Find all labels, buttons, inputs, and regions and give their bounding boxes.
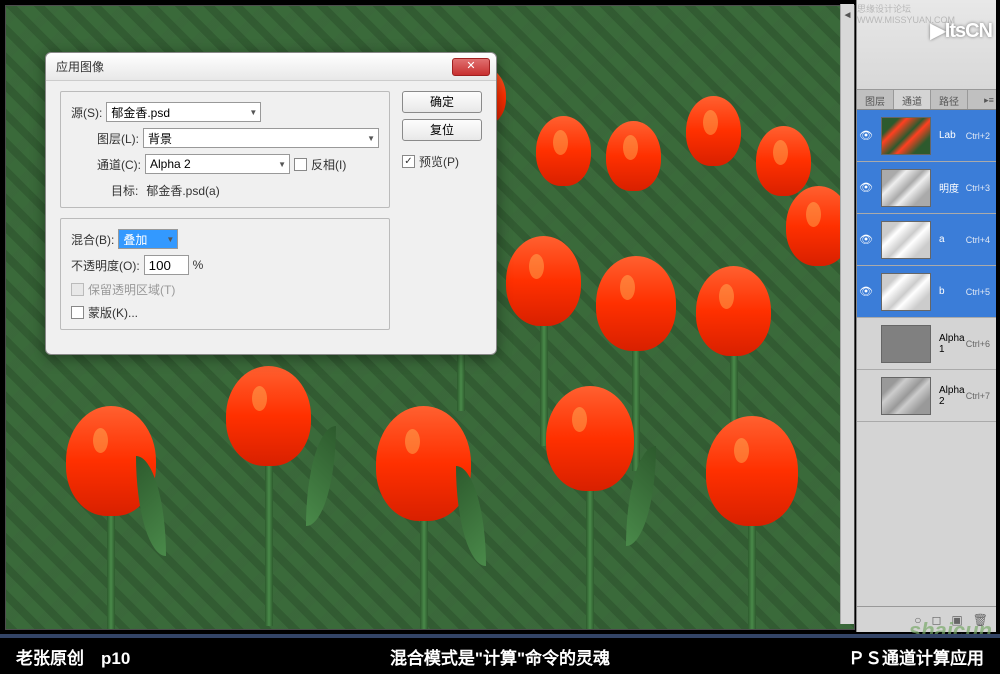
layer-label: 图层(L): <box>97 130 139 147</box>
toolbar-collapsed[interactable]: ◄ <box>840 4 854 624</box>
target-value: 郁金香.psd(a) <box>146 182 219 199</box>
opacity-pct: % <box>193 258 204 272</box>
visibility-icon[interactable]: 👁 <box>857 129 875 142</box>
channel-shortcut: Ctrl+3 <box>966 183 990 193</box>
layer-combo[interactable]: 背景 <box>143 128 379 148</box>
tab-paths[interactable]: 路径 <box>931 90 968 109</box>
channel-item-lab[interactable]: 👁 LabCtrl+2 <box>857 110 996 162</box>
visibility-icon[interactable]: 👁 <box>857 181 875 194</box>
reset-button[interactable]: 复位 <box>402 119 482 141</box>
watermark-logo: ▶ItsCN <box>930 18 992 43</box>
invert-label: 反相(I) <box>311 156 346 173</box>
preserve-label: 保留透明区域(T) <box>88 281 175 298</box>
visibility-icon[interactable]: 👁 <box>857 233 875 246</box>
channel-combo[interactable]: Alpha 2 <box>145 154 290 174</box>
mask-label: 蒙版(K)... <box>88 304 138 321</box>
caption-bar: 老张原创 p10 混合模式是"计算"命令的灵魂 ＰＳ通道计算应用 <box>0 634 1000 674</box>
expand-icon[interactable]: ◄ <box>841 10 854 21</box>
caption-subtitle: ＰＳ通道计算应用 <box>848 644 984 669</box>
channel-shortcut: Ctrl+2 <box>966 131 990 141</box>
channel-item-明度[interactable]: 👁 明度Ctrl+3 <box>857 162 996 214</box>
channel-name: b <box>937 286 966 297</box>
tab-channels[interactable]: 通道 <box>894 90 931 109</box>
channel-list: 👁 LabCtrl+2 👁 明度Ctrl+3 👁 aCtrl+4 👁 bCtrl+5 Alpha… <box>857 110 996 422</box>
panel-header-area: 思缘设计论坛 WWW.MISSYUAN.COM ▶ItsCN <box>857 0 996 90</box>
invert-checkbox[interactable] <box>294 158 307 171</box>
dialog-titlebar[interactable]: 应用图像 ✕ <box>46 53 496 81</box>
channel-item-a[interactable]: 👁 aCtrl+4 <box>857 214 996 266</box>
channel-name: a <box>937 234 966 245</box>
panel-tabs: 图层 通道 路径 ▸≡ <box>857 90 996 110</box>
ok-button[interactable]: 确定 <box>402 91 482 113</box>
opacity-input[interactable] <box>144 255 189 275</box>
channel-shortcut: Ctrl+5 <box>966 287 990 297</box>
channels-panel: 思缘设计论坛 WWW.MISSYUAN.COM ▶ItsCN 图层 通道 路径 … <box>856 0 996 632</box>
channel-thumbnail[interactable] <box>881 325 931 363</box>
blend-label: 混合(B): <box>71 231 114 248</box>
source-combo[interactable]: 郁金香.psd <box>106 102 261 122</box>
channel-thumbnail[interactable] <box>881 221 931 259</box>
caption-author: 老张原创 p10 <box>16 644 130 669</box>
preview-checkbox[interactable] <box>402 155 415 168</box>
source-label: 源(S): <box>71 104 102 121</box>
channel-name: Lab <box>937 130 966 141</box>
source-group: 源(S): 郁金香.psd 图层(L): 背景 通道(C): Alpha 2 反… <box>60 91 390 208</box>
channel-name: Alpha 1 <box>937 333 966 355</box>
channel-shortcut: Ctrl+4 <box>966 235 990 245</box>
channel-thumbnail[interactable] <box>881 117 931 155</box>
mask-checkbox[interactable] <box>71 306 84 319</box>
channel-shortcut: Ctrl+7 <box>966 391 990 401</box>
channel-name: Alpha 2 <box>937 385 966 407</box>
blend-combo[interactable]: 叠加 <box>118 229 178 249</box>
apply-image-dialog: 应用图像 ✕ 源(S): 郁金香.psd 图层(L): 背景 通道(C): Al… <box>45 52 497 355</box>
channel-item-b[interactable]: 👁 bCtrl+5 <box>857 266 996 318</box>
preserve-transparency-checkbox <box>71 283 84 296</box>
channel-thumbnail[interactable] <box>881 169 931 207</box>
target-label: 目标: <box>111 182 138 199</box>
channel-shortcut: Ctrl+6 <box>966 339 990 349</box>
channel-item-alpha-1[interactable]: Alpha 1Ctrl+6 <box>857 318 996 370</box>
dialog-title: 应用图像 <box>52 58 452 75</box>
flyout-menu-icon[interactable]: ▸≡ <box>982 90 996 109</box>
channel-label: 通道(C): <box>97 156 141 173</box>
channel-name: 明度 <box>937 180 966 195</box>
tab-layers[interactable]: 图层 <box>857 90 894 109</box>
channel-thumbnail[interactable] <box>881 377 931 415</box>
close-button[interactable]: ✕ <box>452 58 490 76</box>
blend-group: 混合(B): 叠加 不透明度(O): % 保留透明区域(T) 蒙版(K)... <box>60 218 390 330</box>
caption-title: 混合模式是"计算"命令的灵魂 <box>390 644 610 669</box>
channel-item-alpha-2[interactable]: Alpha 2Ctrl+7 <box>857 370 996 422</box>
opacity-label: 不透明度(O): <box>71 257 140 274</box>
channel-thumbnail[interactable] <box>881 273 931 311</box>
preview-label: 预览(P) <box>419 153 459 170</box>
visibility-icon[interactable]: 👁 <box>857 285 875 298</box>
